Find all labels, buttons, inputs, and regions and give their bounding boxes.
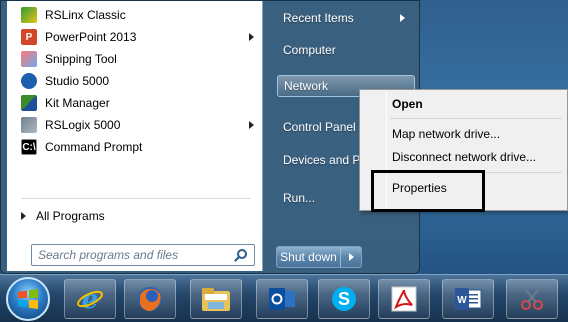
menu-item-label: Recent Items [283, 11, 354, 25]
program-item-rslogix[interactable]: RSLogix 5000 [7, 114, 262, 136]
taskbar-file-explorer[interactable] [190, 279, 242, 319]
word-icon: W [455, 288, 482, 310]
skype-icon: S [332, 287, 356, 311]
menu-item-computer[interactable]: Computer [277, 39, 415, 61]
command-prompt-icon: C:\ [21, 139, 37, 155]
shutdown-options-button[interactable] [341, 247, 361, 267]
svg-text:S: S [338, 289, 350, 309]
program-label: RSLinx Classic [45, 8, 126, 22]
context-item-open[interactable]: Open [392, 93, 423, 115]
svg-text:e: e [82, 285, 99, 314]
taskbar: e S W [0, 274, 568, 322]
taskbar-internet-explorer[interactable]: e [64, 279, 116, 319]
divider [21, 198, 251, 199]
snipping-tool-icon [521, 288, 543, 310]
menu-item-label: Computer [283, 43, 336, 57]
all-programs-label: All Programs [36, 209, 105, 223]
context-item-disconnect-network-drive[interactable]: Disconnect network drive... [392, 146, 536, 168]
acrobat-icon [391, 286, 417, 312]
windows-logo-icon [18, 289, 38, 309]
taskbar-firefox[interactable] [124, 279, 176, 319]
firefox-icon [138, 287, 162, 311]
program-label: Kit Manager [45, 96, 110, 110]
context-item-map-network-drive[interactable]: Map network drive... [392, 123, 500, 145]
program-item-snipping-tool[interactable]: Snipping Tool [7, 48, 262, 70]
all-programs-button[interactable]: All Programs [21, 205, 105, 227]
annotation-highlight-box [371, 170, 485, 212]
taskbar-skype[interactable]: S [318, 279, 370, 319]
kit-manager-icon [21, 95, 37, 111]
menu-item-label: Control Panel [283, 120, 356, 134]
rslinx-icon [21, 7, 37, 23]
arrow-right-icon [21, 212, 26, 220]
program-item-rslinx[interactable]: RSLinx Classic [7, 4, 262, 26]
program-item-powerpoint[interactable]: P PowerPoint 2013 [7, 26, 262, 48]
menu-item-recent-items[interactable]: Recent Items [277, 7, 415, 29]
divider [390, 118, 562, 119]
search-input[interactable] [32, 246, 222, 264]
taskbar-word[interactable]: W [442, 279, 494, 319]
program-label: Studio 5000 [45, 74, 110, 88]
program-label: PowerPoint 2013 [45, 30, 137, 44]
menu-item-label: Run... [283, 191, 316, 205]
program-label: Command Prompt [45, 140, 143, 154]
programs-pane: RSLinx Classic P PowerPoint 2013 Snippin… [7, 1, 263, 271]
program-label: Snipping Tool [45, 52, 117, 66]
program-item-studio-5000[interactable]: Studio 5000 [7, 70, 262, 92]
program-label: RSLogix 5000 [45, 118, 121, 132]
search-icon[interactable] [234, 248, 248, 262]
submenu-arrow-icon [400, 14, 405, 22]
scissors-icon [21, 51, 37, 67]
taskbar-acrobat[interactable] [378, 279, 430, 319]
taskbar-snipping-tool[interactable] [506, 279, 558, 319]
internet-explorer-icon: e [77, 285, 103, 314]
menu-item-label: Network [284, 79, 329, 93]
shutdown-control: Shut down [276, 246, 362, 268]
start-button[interactable] [6, 277, 50, 321]
program-item-kit-manager[interactable]: Kit Manager [7, 92, 262, 114]
file-explorer-icon [202, 288, 230, 311]
pinned-programs-list: RSLinx Classic P PowerPoint 2013 Snippin… [7, 1, 262, 158]
rslogix-icon [21, 117, 37, 133]
taskbar-outlook[interactable] [256, 279, 308, 319]
submenu-arrow-icon[interactable] [249, 121, 254, 129]
powerpoint-icon: P [21, 29, 37, 45]
search-box [31, 244, 255, 266]
menu-item-label: Devices and Pr [283, 153, 365, 167]
program-item-command-prompt[interactable]: C:\ Command Prompt [7, 136, 262, 158]
submenu-arrow-icon[interactable] [249, 33, 254, 41]
shutdown-button[interactable]: Shut down [277, 247, 341, 267]
svg-text:W: W [457, 295, 467, 306]
start-menu: RSLinx Classic P PowerPoint 2013 Snippin… [0, 0, 420, 274]
arrow-right-icon [348, 253, 354, 261]
outlook-icon [269, 288, 295, 310]
studio-5000-icon [21, 73, 37, 89]
